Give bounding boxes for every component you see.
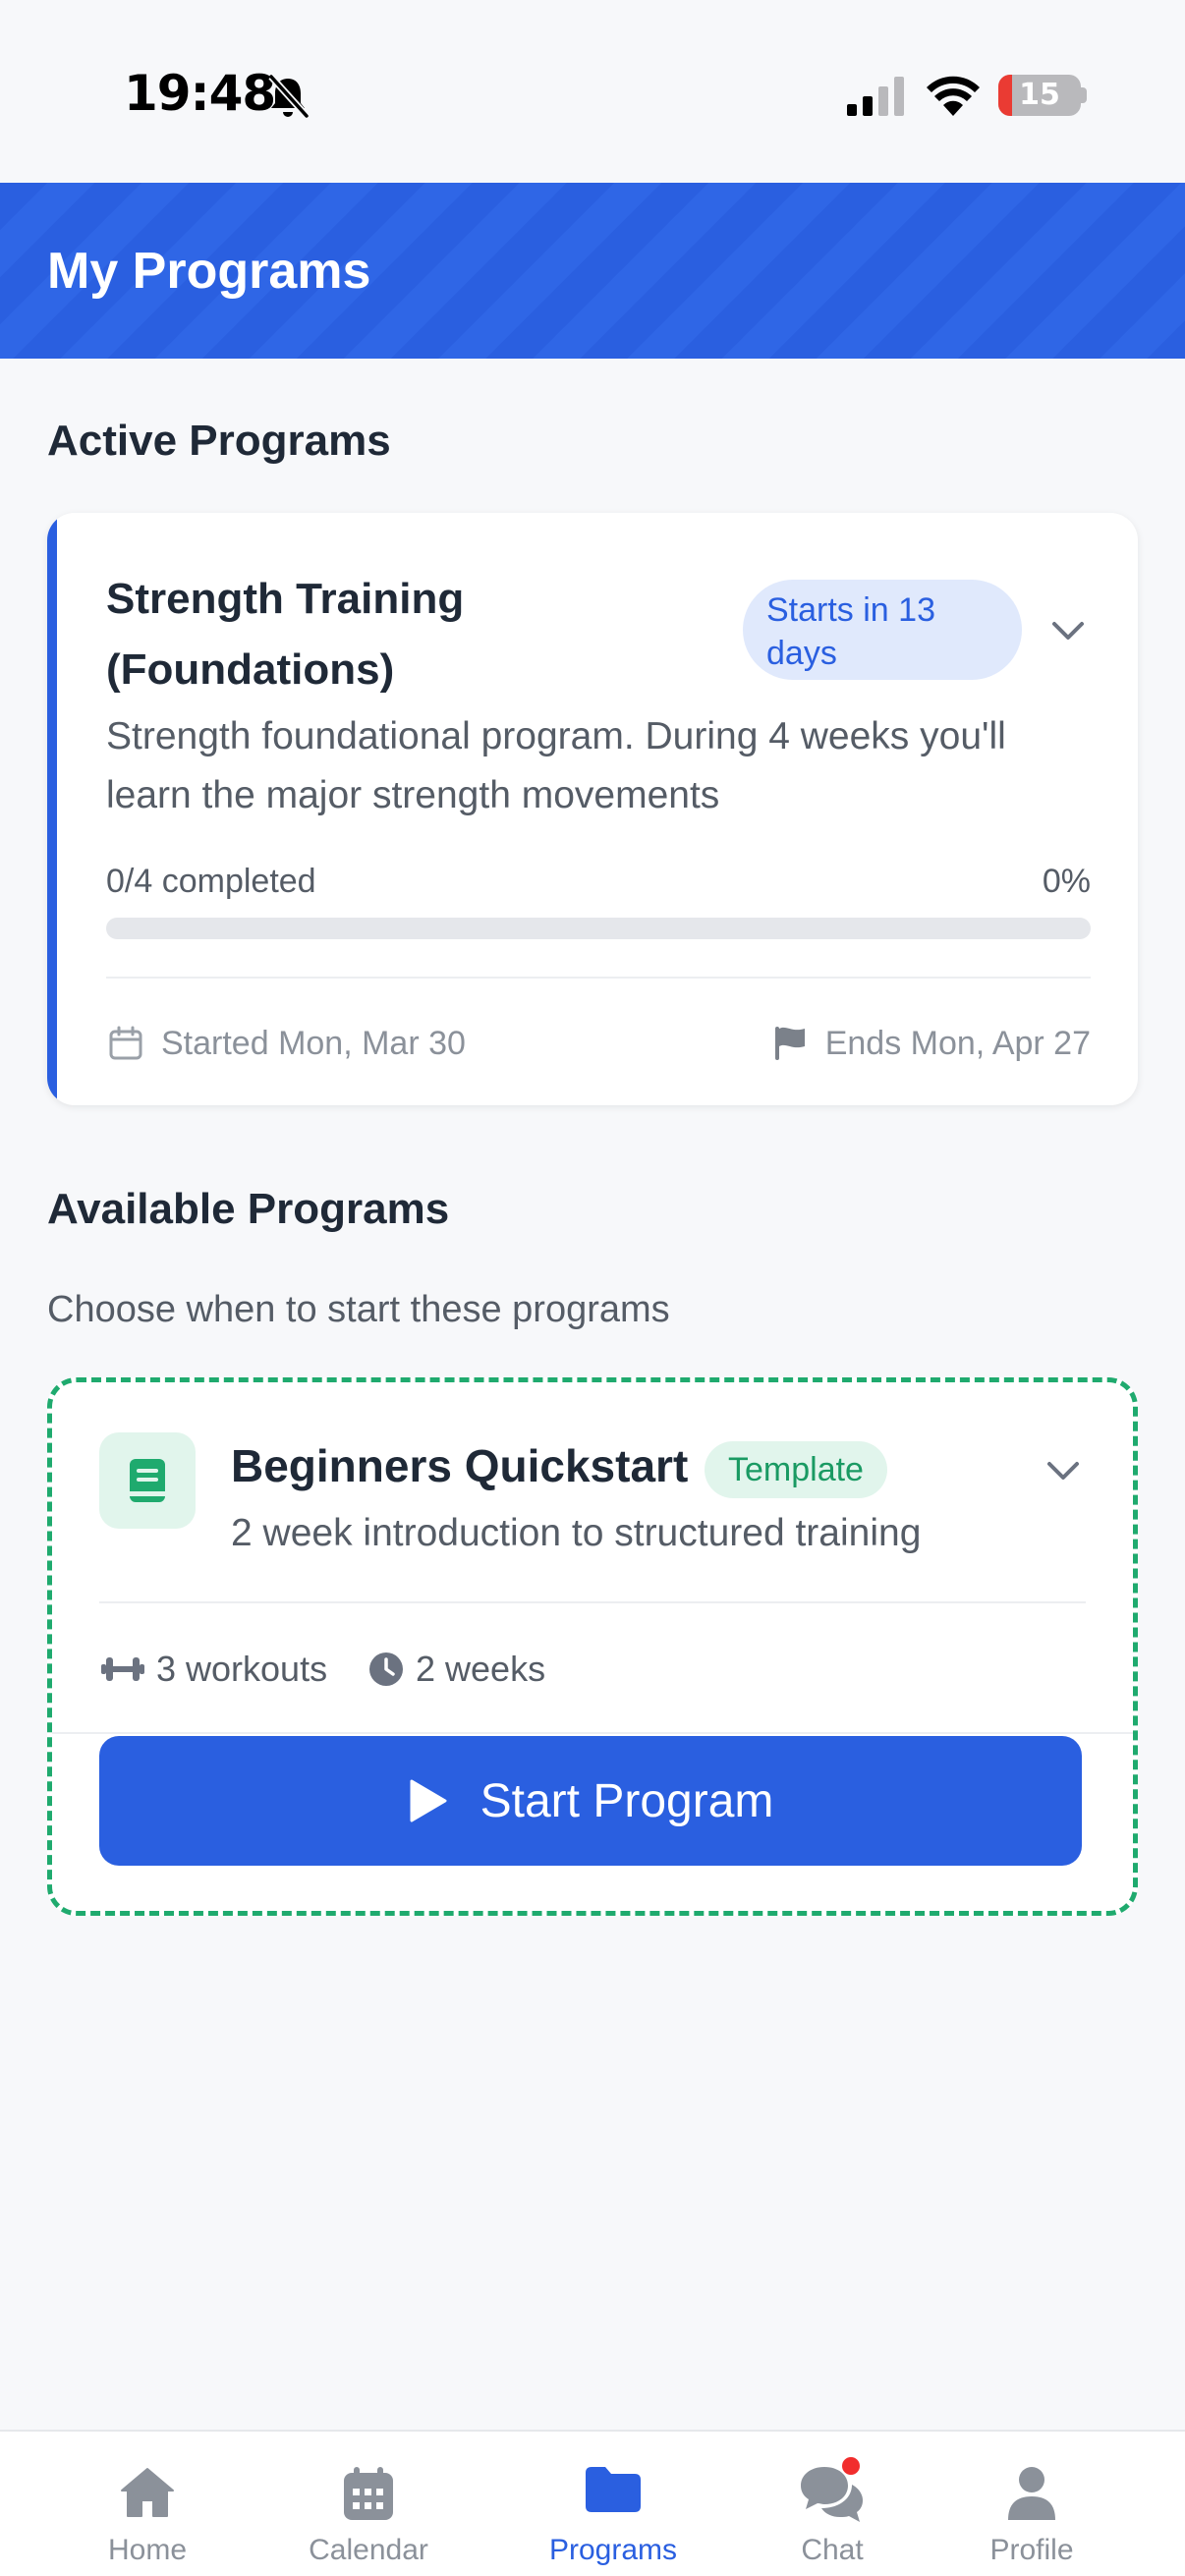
battery-icon: 15 [998,75,1081,116]
progress-bar [106,918,1091,939]
notification-dot [840,2455,862,2477]
program-icon-tile [99,1432,196,1529]
available-program-card[interactable]: Beginners Quickstart Template 2 week int… [47,1377,1138,1916]
tab-chat[interactable]: Chat [734,2432,931,2576]
divider [106,977,1091,979]
active-program-card[interactable]: Strength Training (Foundations) Starts i… [47,513,1138,1105]
tab-programs[interactable]: Programs [515,2432,711,2576]
tab-calendar[interactable]: Calendar [270,2432,467,2576]
book-icon [130,1459,165,1502]
status-time: 19:48 [124,65,276,122]
available-programs-heading: Available Programs [47,1185,450,1233]
play-icon [410,1779,447,1822]
program-duration: 2 weeks [368,1640,545,1699]
tab-label: Profile [989,2534,1074,2566]
start-date-text: Started Mon, Mar 30 [161,1024,466,1062]
duration-text: 2 weeks [416,1649,546,1689]
tab-label: Chat [801,2534,864,2566]
clock-icon [369,1652,403,1686]
person-icon [1008,2467,1055,2520]
app-header: My Programs [0,183,1185,359]
program-description: Strength foundational program. During 4 … [106,715,1006,816]
tab-profile[interactable]: Profile [933,2432,1130,2576]
start-date: Started Mon, Mar 30 [108,1014,466,1073]
available-programs-subtitle: Choose when to start these programs [47,1289,670,1330]
tab-bar: Home Calendar Programs Chat Profile [0,2430,1185,2576]
battery-cap [1081,87,1087,103]
start-program-label: Start Program [480,1774,774,1827]
home-icon [121,2468,174,2517]
signal-icon [847,77,904,116]
page-title: My Programs [47,243,371,300]
calendar-icon [344,2467,393,2520]
program-name: Strength Training (Foundations) [106,575,465,694]
start-program-button[interactable]: Start Program [99,1736,1082,1866]
folder-icon [586,2467,641,2512]
battery-level: 15 [1019,78,1060,112]
completed-count: 0/4 completed [106,863,316,900]
workout-count-text: 3 workouts [156,1649,328,1689]
end-date-text: Ends Mon, Apr 27 [824,1024,1091,1062]
dumbbell-icon [101,1657,144,1681]
workout-count: 3 workouts [101,1640,327,1699]
status-badge: Starts in 13 days [743,580,1022,680]
bell-slash-icon [268,74,310,119]
end-date: Ends Mon, Apr 27 [772,1014,1091,1073]
progress-percent: 0% [1042,863,1091,900]
divider [99,1601,1086,1603]
tab-label: Home [107,2534,188,2566]
chevron-down-icon[interactable] [1051,621,1085,643]
program-description: 2 week introduction to structured traini… [231,1512,922,1554]
divider [52,1732,1133,1734]
tab-label: Programs [548,2534,678,2566]
program-name: Beginners Quickstart [231,1440,689,1491]
chevron-down-icon[interactable] [1046,1461,1080,1483]
tab-home[interactable]: Home [49,2432,246,2576]
flag-icon [774,1027,805,1060]
card-accent-bar [47,513,57,1105]
status-bar: 19:48 15 [0,0,1185,183]
active-programs-heading: Active Programs [47,417,391,465]
calendar-icon [109,1026,142,1060]
tab-label: Calendar [309,2534,428,2566]
wifi-icon [927,76,980,116]
template-badge: Template [705,1441,887,1498]
